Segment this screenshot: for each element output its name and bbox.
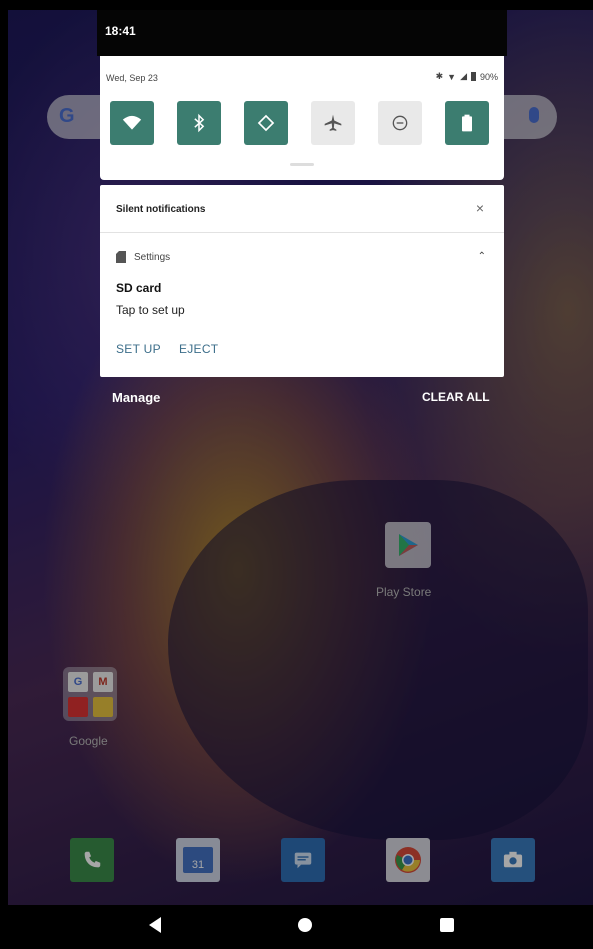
tile-wifi[interactable] [110,101,154,145]
tile-do-not-disturb[interactable] [378,101,422,145]
status-icons: ✱ ▼ ◢ 90% [436,71,498,82]
battery-percent: 90% [479,71,498,82]
status-bar: 18:41 [97,10,507,56]
drag-handle[interactable] [290,163,314,166]
tile-auto-rotate[interactable] [244,101,288,145]
bluetooth-status-icon: ✱ [435,71,444,81]
wifi-icon [122,115,142,130]
battery-icon [462,114,472,132]
rotate-icon [257,114,275,132]
recents-icon[interactable] [440,918,454,932]
airplane-icon [324,114,342,131]
bluetooth-icon [194,113,205,133]
signal-icon: ◢ [460,71,467,81]
notification-title: SD card [116,281,162,295]
navigation-bar [8,905,593,949]
home-icon[interactable] [298,918,312,932]
quick-settings-panel: Wed, Sep 23 ✱ ▼ ◢ 90% [100,56,504,180]
setup-button[interactable]: SET UP [116,342,161,356]
notification-card[interactable]: Silent notifications × Settings ⌃ SD car… [100,185,504,377]
manage-button[interactable]: Manage [112,390,160,405]
tile-battery-saver[interactable] [445,101,489,145]
close-icon[interactable]: × [476,200,484,216]
quick-settings-tiles [110,101,489,145]
back-icon[interactable] [149,917,161,933]
notification-app-row: Settings [116,251,170,263]
wifi-status-icon: ▼ [447,71,457,82]
battery-status-icon [470,72,476,81]
date-label[interactable]: Wed, Sep 23 [106,73,158,83]
clear-all-button[interactable]: CLEAR ALL [422,390,490,404]
notification-group-header: Silent notifications × [100,185,504,233]
notification-text: Tap to set up [116,303,185,317]
dnd-icon [392,115,408,131]
clock: 18:41 [105,24,136,38]
app-name: Settings [134,251,171,263]
sd-card-icon [116,251,126,263]
tile-bluetooth[interactable] [177,101,221,145]
collapse-chevron-icon[interactable]: ⌃ [478,251,486,262]
notification-actions: SET UP EJECT [116,342,218,356]
eject-button[interactable]: EJECT [179,342,219,356]
group-title: Silent notifications [116,204,206,215]
tile-airplane-mode[interactable] [311,101,355,145]
